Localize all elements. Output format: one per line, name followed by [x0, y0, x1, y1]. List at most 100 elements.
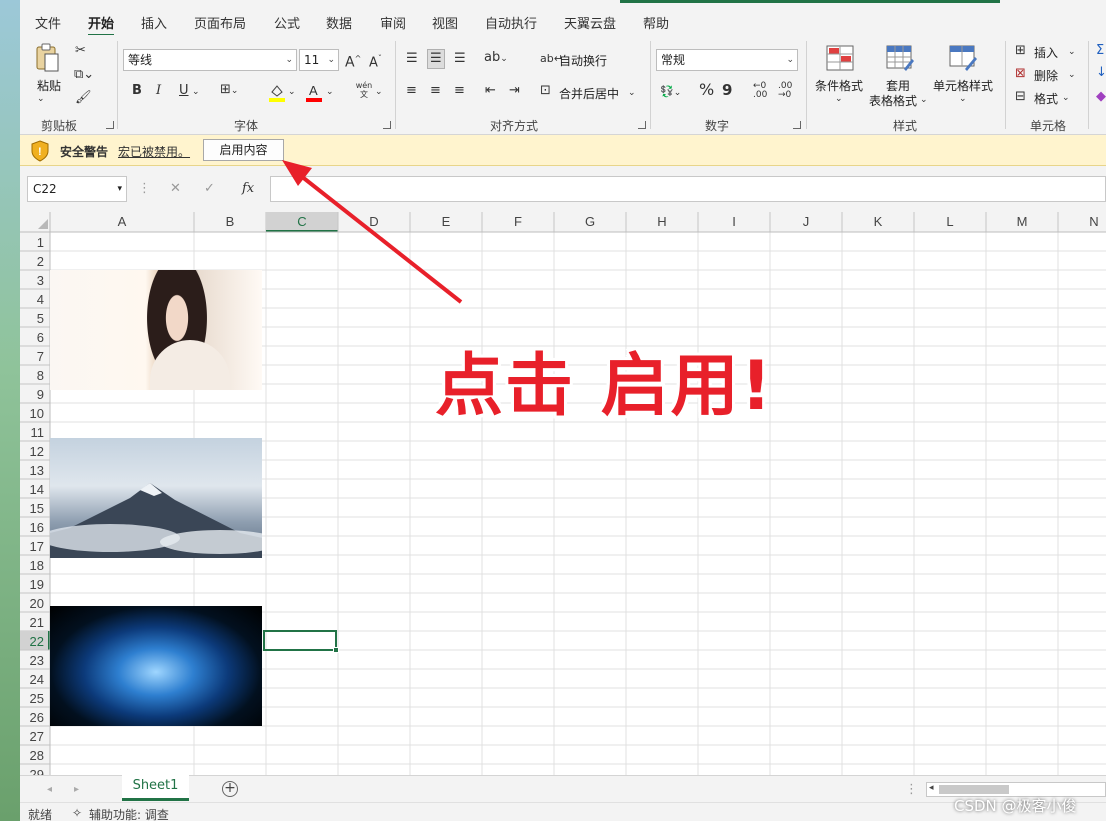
cell-styles-icon[interactable]: [949, 45, 977, 71]
insert-dropdown-icon[interactable]: ⌄: [1068, 44, 1076, 60]
row-header-10: 10: [30, 406, 44, 421]
decrease-indent-icon[interactable]: ⇤: [485, 83, 496, 99]
tab-help[interactable]: 帮助: [643, 13, 669, 32]
row-header-19: 19: [30, 577, 44, 592]
tab-automate[interactable]: 自动执行: [485, 13, 537, 32]
confirm-entry-icon[interactable]: ✓: [204, 181, 215, 197]
tab-formulas[interactable]: 公式: [274, 13, 300, 32]
font-size-combo[interactable]: 11 ⌄: [299, 49, 339, 71]
number-group-label: 数字: [705, 119, 730, 133]
cell-styles-dropdown-icon[interactable]: ⌄: [959, 91, 967, 107]
tab-home[interactable]: 开始: [88, 13, 115, 37]
column-header-C: C: [297, 214, 306, 229]
mountain-photo[interactable]: [40, 438, 280, 558]
format-dropdown-icon[interactable]: ⌄: [1062, 90, 1070, 106]
wrap-text-button[interactable]: 自动换行: [559, 52, 607, 69]
percent-button[interactable]: %: [699, 82, 714, 98]
fill-color-icon[interactable]: [268, 82, 286, 102]
number-format-combo[interactable]: 常规 ⌄: [656, 49, 798, 71]
align-bottom-icon[interactable]: ☰: [454, 51, 466, 67]
tab-split-icon[interactable]: ⋮: [905, 782, 918, 798]
desktop-background: [0, 0, 20, 821]
increase-decimal-icon[interactable]: ←0.00: [753, 82, 767, 100]
increase-indent-icon[interactable]: ⇥: [509, 83, 520, 99]
phonetic-dropdown-icon[interactable]: ⌄: [375, 84, 383, 100]
insert-cells-icon[interactable]: ⊞: [1015, 43, 1026, 59]
grow-font-icon[interactable]: A^: [345, 51, 361, 71]
conditional-dropdown-icon[interactable]: ⌄: [835, 91, 843, 107]
tab-review[interactable]: 审阅: [380, 13, 406, 32]
font-name-combo[interactable]: 等线 ⌄: [123, 49, 297, 71]
format-table-dropdown-icon[interactable]: ⌄: [920, 92, 928, 108]
delete-dropdown-icon[interactable]: ⌄: [1068, 67, 1076, 83]
insert-function-button[interactable]: fx: [242, 181, 254, 197]
font-color-icon[interactable]: A: [305, 82, 323, 102]
fill-color-dropdown-icon[interactable]: ⌄: [288, 84, 296, 100]
font-color-dropdown-icon[interactable]: ⌄: [326, 84, 334, 100]
portrait-photo[interactable]: [50, 270, 262, 390]
decrease-decimal-icon[interactable]: .00 →0: [778, 82, 792, 100]
accessibility-icon[interactable]: ✧: [72, 806, 82, 820]
tab-view[interactable]: 视图: [432, 13, 458, 32]
merge-center-button[interactable]: 合并后居中: [559, 85, 619, 102]
galaxy-photo[interactable]: [50, 606, 262, 726]
merge-dropdown-icon[interactable]: ⌄: [628, 85, 636, 101]
align-center-icon[interactable]: ≡: [430, 83, 441, 99]
insert-cells-button[interactable]: 插入: [1034, 44, 1058, 61]
accessibility-status[interactable]: 辅助功能: 调查: [89, 806, 169, 821]
underline-button[interactable]: U: [179, 83, 189, 99]
add-sheet-icon[interactable]: +: [222, 781, 238, 797]
comma-style-button[interactable]: 9: [722, 82, 732, 98]
worksheet-grid[interactable]: A B C D E F G H I J K L M N 1 2 3 4 5 6 7 8 9 10 11 12 13 14 15 16 17 1…: [20, 212, 1106, 775]
paste-dropdown-icon[interactable]: ⌄: [37, 91, 45, 107]
phonetic-icon[interactable]: wén 文: [353, 81, 375, 103]
cancel-entry-icon[interactable]: ✕: [170, 181, 181, 197]
row-header-24: 24: [30, 672, 44, 687]
format-painter-icon[interactable]: 🖌: [75, 90, 92, 106]
align-top-icon[interactable]: ☰: [406, 51, 418, 67]
format-as-table-icon[interactable]: [886, 45, 914, 71]
conditional-formatting-icon[interactable]: [826, 45, 854, 71]
alignment-launcher-icon[interactable]: [638, 121, 646, 129]
tab-cloud-disk[interactable]: 天翼云盘: [564, 13, 616, 32]
name-box[interactable]: C22 ▾: [27, 176, 127, 202]
accounting-format-icon[interactable]: 💱⌄: [660, 84, 681, 101]
bold-button[interactable]: B: [132, 83, 142, 99]
active-cell-selection[interactable]: [263, 630, 339, 653]
scroll-right-icon[interactable]: ▸: [74, 782, 79, 798]
clipboard-launcher-icon[interactable]: [106, 121, 114, 129]
copy-icon[interactable]: ⧉⌄: [74, 67, 94, 83]
macros-disabled-link[interactable]: 宏已被禁用。: [118, 143, 190, 160]
formula-input[interactable]: [270, 176, 1106, 202]
cut-icon[interactable]: ✂: [75, 43, 86, 59]
tab-insert[interactable]: 插入: [141, 13, 167, 32]
tab-data[interactable]: 数据: [326, 13, 352, 32]
shrink-font-icon[interactable]: Aˇ: [369, 51, 382, 71]
format-cells-icon[interactable]: ⊟: [1015, 89, 1026, 105]
format-as-table-line2[interactable]: 表格格式: [869, 92, 917, 109]
delete-cells-icon[interactable]: ⊠: [1015, 66, 1026, 82]
align-right-icon[interactable]: ≡: [454, 83, 465, 99]
align-left-icon[interactable]: ≡: [406, 83, 417, 99]
sheet-tab-sheet1[interactable]: Sheet1: [122, 775, 189, 801]
merge-center-icon[interactable]: ⊡: [540, 83, 551, 99]
align-middle-icon[interactable]: ☰: [427, 49, 445, 69]
sum-icon[interactable]: Σ: [1096, 43, 1104, 59]
row-header-9: 9: [37, 387, 44, 402]
column-header-B: B: [226, 214, 235, 229]
fill-icon[interactable]: ↓: [1096, 65, 1106, 81]
italic-button[interactable]: I: [156, 83, 161, 99]
number-launcher-icon[interactable]: [793, 121, 801, 129]
font-launcher-icon[interactable]: [383, 121, 391, 129]
paste-icon[interactable]: [34, 43, 60, 73]
underline-dropdown-icon[interactable]: ⌄: [192, 84, 200, 100]
delete-cells-button[interactable]: 删除: [1034, 67, 1058, 84]
format-cells-button[interactable]: 格式: [1034, 90, 1058, 107]
tab-file[interactable]: 文件: [35, 13, 61, 32]
enable-content-button[interactable]: 启用内容: [203, 139, 284, 161]
orientation-icon[interactable]: ab⌄: [484, 50, 508, 67]
scroll-left-icon[interactable]: ◂: [47, 782, 52, 798]
borders-icon[interactable]: ⊞⌄: [220, 82, 238, 99]
clear-icon[interactable]: ◆: [1096, 89, 1106, 105]
tab-page-layout[interactable]: 页面布局: [194, 13, 246, 32]
